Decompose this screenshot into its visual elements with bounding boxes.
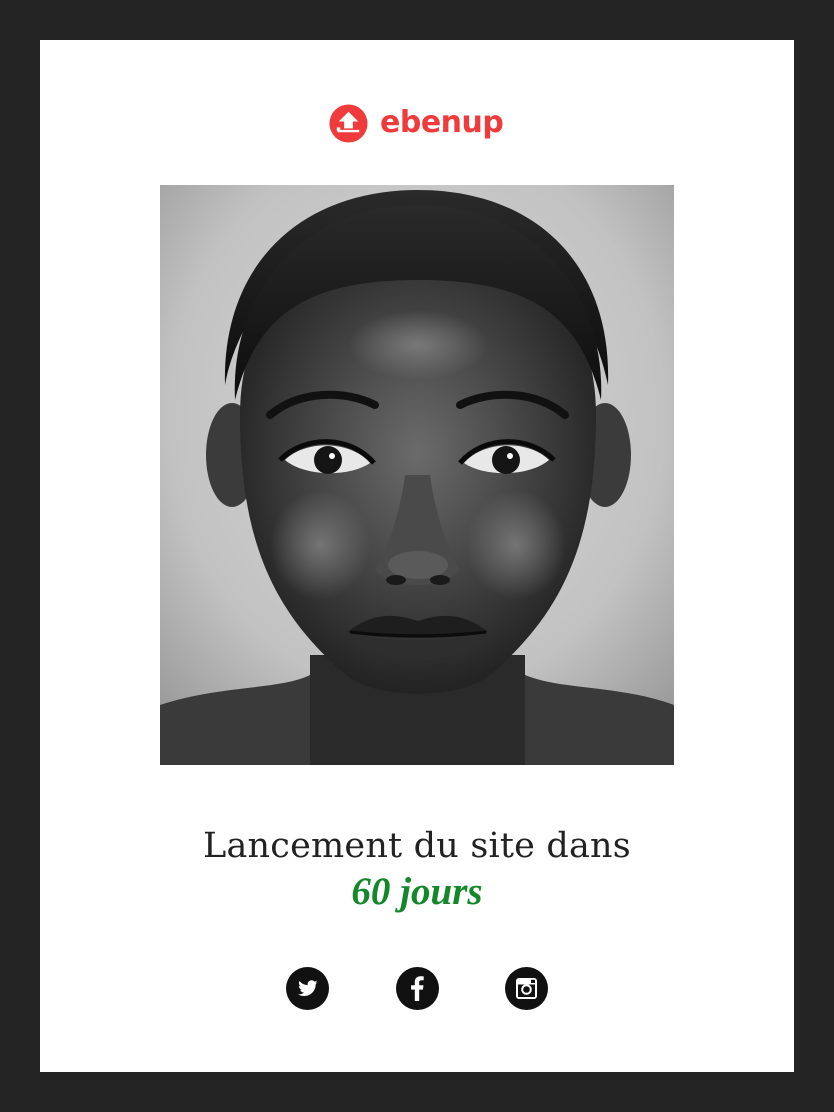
portrait-photo [160, 185, 674, 765]
launch-headline: Lancement du site dans [203, 826, 631, 866]
facebook-icon [411, 976, 424, 1001]
email-card: ebenup Lancement du site dans 60 jours [40, 40, 794, 1072]
instagram-icon [516, 978, 537, 999]
instagram-link[interactable] [505, 967, 548, 1010]
twitter-link[interactable] [286, 967, 329, 1010]
twitter-icon [298, 980, 318, 996]
facebook-link[interactable] [396, 967, 439, 1010]
brand-logo[interactable]: ebenup [329, 103, 504, 143]
brand-name: ebenup [380, 105, 504, 140]
countdown-days: 60 jours [351, 870, 483, 913]
upload-arrow-logo-icon [329, 103, 368, 143]
